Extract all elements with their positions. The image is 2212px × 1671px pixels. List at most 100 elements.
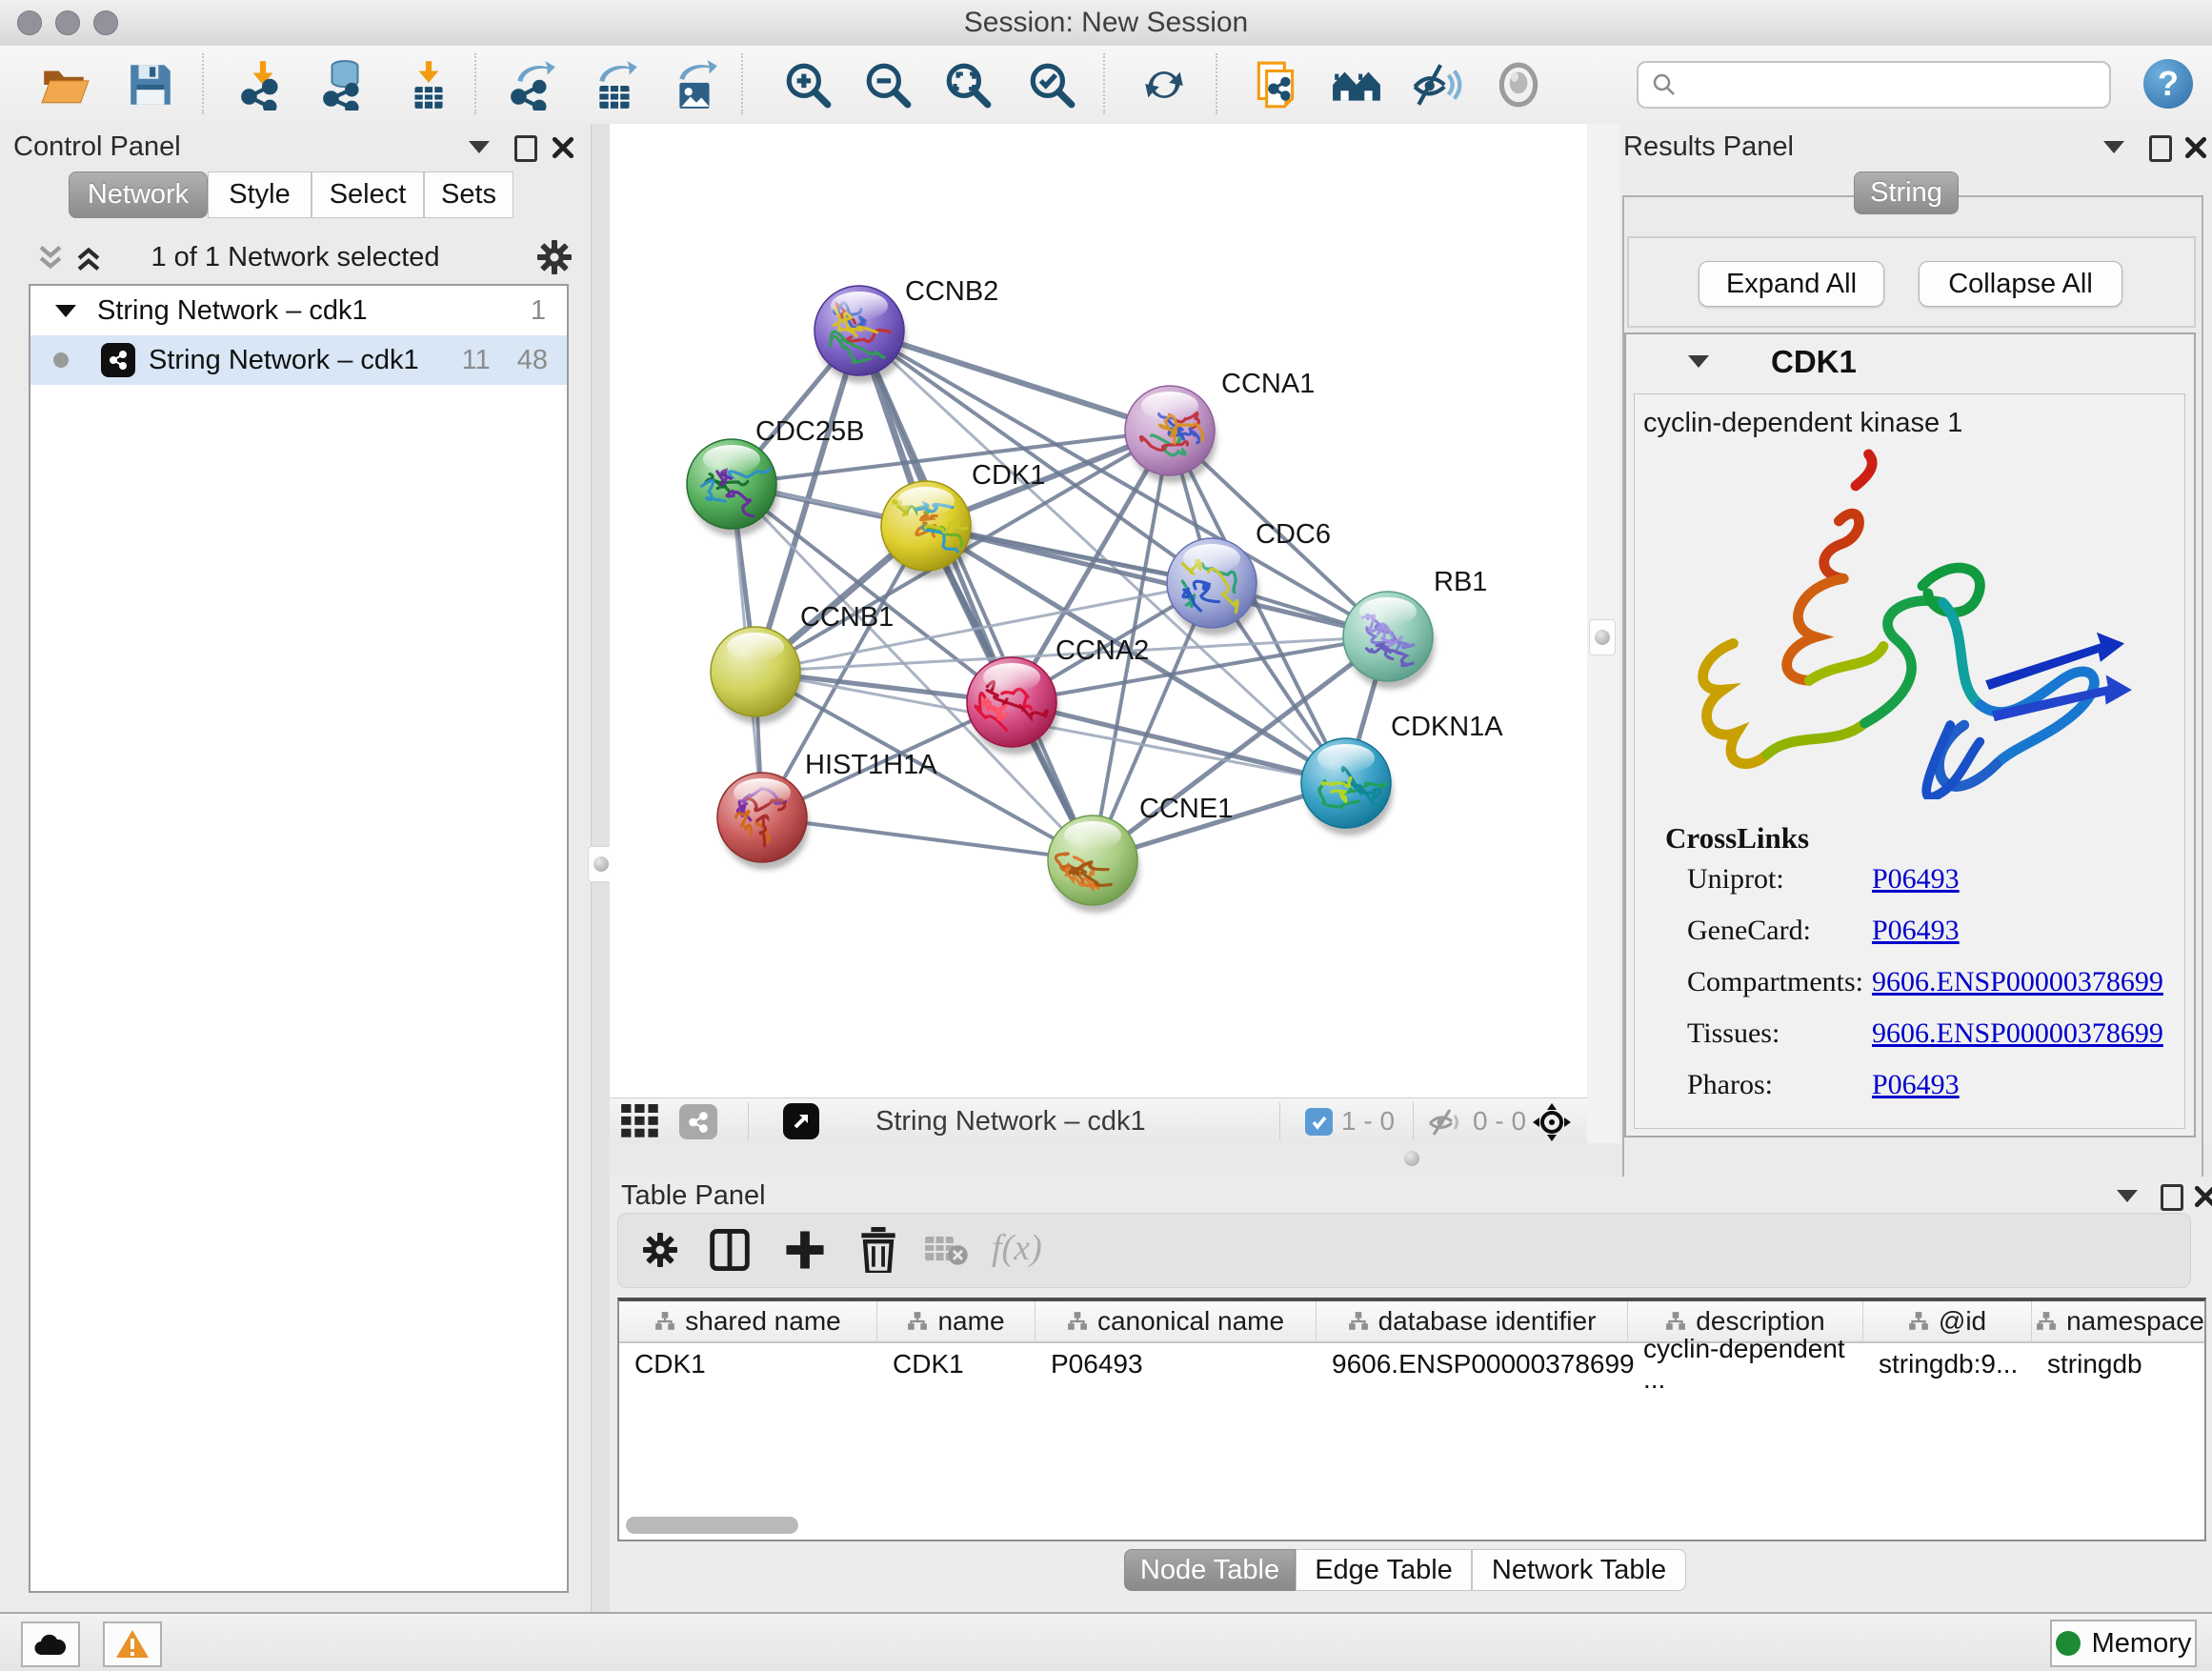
- panel-menu-icon[interactable]: [2117, 1190, 2138, 1202]
- float-panel-icon[interactable]: [2149, 135, 2172, 162]
- network-row[interactable]: String Network – cdk1 11 48: [30, 335, 567, 385]
- cloud-status-button[interactable]: [21, 1621, 80, 1667]
- crosslink-compartments-link[interactable]: 9606.ENSP00000378699: [1872, 966, 2163, 998]
- zoom-selected-button[interactable]: [1025, 57, 1078, 112]
- table-cell[interactable]: 9606.ENSP00000378699: [1317, 1345, 1628, 1383]
- grid-view-icon[interactable]: [621, 1104, 663, 1138]
- column-header-shared-name[interactable]: shared name: [619, 1301, 877, 1343]
- export-table-button[interactable]: [589, 57, 642, 112]
- help-button[interactable]: ?: [2143, 59, 2193, 109]
- column-header-name[interactable]: name: [877, 1301, 1036, 1343]
- collapse-all-button[interactable]: Collapse All: [1919, 261, 2122, 307]
- network-node-HIST1H1A[interactable]: HIST1H1A: [717, 750, 937, 870]
- crosslink-uniprot-link[interactable]: P06493: [1872, 863, 1960, 896]
- import-database-icon: [319, 59, 371, 111]
- column-header-canonical-name[interactable]: canonical name: [1036, 1301, 1317, 1343]
- tab-string[interactable]: String: [1854, 171, 1959, 214]
- network-edge-CCNA2-CDKN1A[interactable]: [1012, 702, 1346, 783]
- network-view-icon[interactable]: [679, 1104, 717, 1139]
- network-node-CDKN1A[interactable]: CDKN1A: [1301, 712, 1503, 836]
- warnings-button[interactable]: [103, 1621, 162, 1667]
- protein-structure-image[interactable]: [1644, 447, 2163, 799]
- table-cell[interactable]: stringdb:9...: [1863, 1345, 2032, 1383]
- network-node-CCNE1[interactable]: CCNE1: [1048, 794, 1233, 913]
- tab-network-table[interactable]: Network Table: [1472, 1549, 1686, 1591]
- import-table-icon: [403, 59, 454, 111]
- selected-items-checkbox[interactable]: [1305, 1108, 1333, 1136]
- zoom-fit-button[interactable]: [941, 57, 995, 112]
- close-panel-icon[interactable]: [2183, 135, 2208, 160]
- section-collapse-icon[interactable]: [1688, 355, 1709, 368]
- expand-all-button[interactable]: Expand All: [1699, 261, 1884, 307]
- save-session-button[interactable]: [124, 57, 177, 112]
- import-table-from-file-button[interactable]: [402, 57, 455, 112]
- toolbar-separator: [1103, 53, 1105, 114]
- table-settings-gear-icon[interactable]: [641, 1231, 679, 1269]
- horizontal-scrollbar[interactable]: [626, 1517, 798, 1534]
- crosslink-pharos-link[interactable]: P06493: [1872, 1069, 1960, 1101]
- tab-edge-table[interactable]: Edge Table: [1296, 1549, 1472, 1591]
- results-panel-title: Results Panel: [1623, 131, 1794, 163]
- column-header-namespace[interactable]: namespace: [2032, 1301, 2206, 1343]
- table-cell[interactable]: cyclin-dependent ...: [1628, 1345, 1863, 1383]
- show-all-networks-button[interactable]: [1330, 57, 1383, 112]
- tab-node-table[interactable]: Node Table: [1124, 1549, 1296, 1591]
- selected-counts: 1 - 0: [1341, 1098, 1395, 1144]
- clone-network-button[interactable]: [1250, 57, 1303, 112]
- import-network-from-database-button[interactable]: [318, 57, 372, 112]
- tree-expand-icon[interactable]: [55, 305, 76, 317]
- search-input[interactable]: [1686, 70, 2109, 101]
- tab-select[interactable]: Select: [312, 171, 424, 218]
- float-panel-icon[interactable]: [2161, 1184, 2183, 1211]
- right-splitter[interactable]: [1587, 124, 1622, 1143]
- table-cell[interactable]: CDK1: [877, 1345, 1036, 1383]
- birds-eye-toggle-button[interactable]: [1492, 57, 1545, 112]
- node-label-CCNA1: CCNA1: [1221, 369, 1315, 399]
- delete-column-trash-icon[interactable]: [858, 1227, 898, 1273]
- control-panel-title: Control Panel: [13, 131, 181, 163]
- network-node-RB1[interactable]: RB1: [1343, 567, 1487, 689]
- crosslink-genecard-link[interactable]: P06493: [1872, 915, 1960, 947]
- zoom-in-button[interactable]: [781, 57, 835, 112]
- table-cell[interactable]: P06493: [1036, 1345, 1317, 1383]
- attribute-icon: [2036, 1311, 2057, 1332]
- splitter-grip[interactable]: [1404, 1151, 1419, 1166]
- toolbar-separator: [1216, 53, 1217, 114]
- crosslink-tissues-link[interactable]: 9606.ENSP00000378699: [1872, 1017, 2163, 1050]
- export-network-button[interactable]: [507, 57, 560, 112]
- panel-menu-icon[interactable]: [469, 141, 490, 153]
- network-edge-HIST1H1A-CCNE1[interactable]: [762, 817, 1093, 860]
- crosshair-icon[interactable]: [1532, 1102, 1572, 1142]
- network-collection-row[interactable]: String Network – cdk1 1: [30, 286, 567, 335]
- network-graph[interactable]: CCNB2CCNA1CDC25BCDK1CDC6RB1CCNB1CCNA2CDK…: [610, 124, 1587, 1097]
- close-panel-icon[interactable]: [2193, 1184, 2212, 1209]
- tab-style[interactable]: Style: [208, 171, 312, 218]
- table-cell[interactable]: stringdb: [2032, 1345, 2206, 1383]
- gear-icon[interactable]: [535, 238, 573, 276]
- apply-layout-button[interactable]: [1137, 57, 1191, 112]
- splitter-grip[interactable]: [1589, 619, 1616, 655]
- add-column-plus-icon[interactable]: [784, 1229, 826, 1271]
- left-splitter[interactable]: [591, 124, 612, 1612]
- network-canvas[interactable]: CCNB2CCNA1CDC25BCDK1CDC6RB1CCNB1CCNA2CDK…: [610, 124, 1587, 1097]
- hide-unhide-button[interactable]: [1410, 57, 1463, 112]
- zoom-out-button[interactable]: [861, 57, 915, 112]
- network-node-CCNA1[interactable]: CCNA1: [1125, 369, 1315, 483]
- column-header-database-identifier[interactable]: database identifier: [1317, 1301, 1628, 1343]
- import-network-from-file-button[interactable]: [236, 57, 290, 112]
- network-edge-CCNB2-CCNA1[interactable]: [859, 331, 1170, 431]
- open-session-button[interactable]: [38, 57, 91, 112]
- table-cell[interactable]: CDK1: [619, 1345, 877, 1383]
- float-panel-icon[interactable]: [514, 135, 537, 162]
- export-image-button[interactable]: [669, 57, 722, 112]
- show-columns-icon[interactable]: [710, 1229, 750, 1271]
- memory-button[interactable]: Memory: [2050, 1620, 2197, 1667]
- panel-menu-icon[interactable]: [2103, 141, 2124, 153]
- toolbar-separator: [748, 1102, 749, 1140]
- tab-sets[interactable]: Sets: [424, 171, 513, 218]
- open-in-window-button[interactable]: [783, 1103, 819, 1139]
- close-panel-icon[interactable]: [551, 135, 575, 160]
- network-edge-CCNB2-CCNE1[interactable]: [859, 331, 1093, 860]
- tab-network[interactable]: Network: [69, 171, 208, 218]
- column-header-id[interactable]: @id: [1863, 1301, 2032, 1343]
